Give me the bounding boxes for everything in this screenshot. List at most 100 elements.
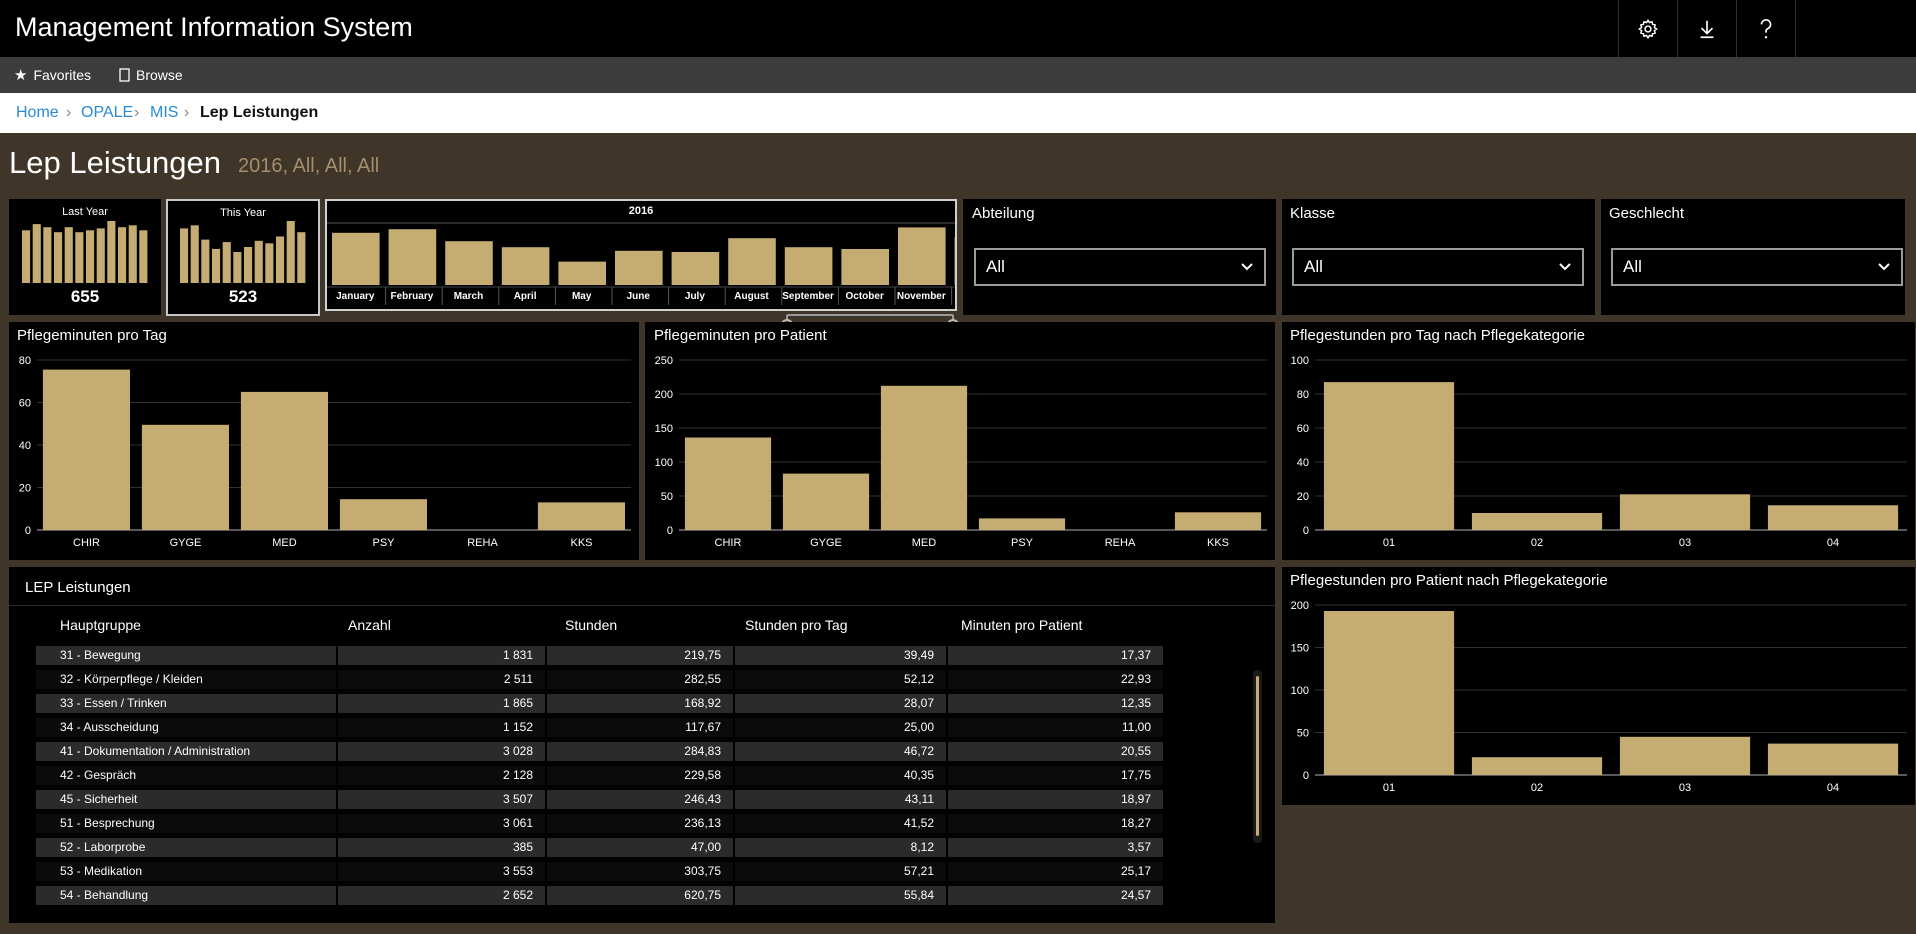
download-button[interactable]: [1677, 0, 1736, 57]
bar[interactable]: [1471, 757, 1603, 775]
scrollbar-thumb[interactable]: [1256, 676, 1259, 836]
table-row[interactable]: 52 - Laborprobe 385 47,00 8,12 3,57: [9, 838, 1275, 857]
bar[interactable]: [1471, 513, 1603, 530]
help-button[interactable]: [1736, 0, 1796, 57]
column-header[interactable]: Stunden pro Tag: [745, 617, 848, 633]
bar[interactable]: [42, 369, 130, 530]
geschlecht-dropdown[interactable]: All: [1611, 248, 1903, 286]
spark-bar: [265, 243, 274, 283]
spark-bar: [22, 230, 31, 283]
bar[interactable]: [880, 385, 968, 530]
column-header[interactable]: Anzahl: [348, 617, 391, 633]
timeline-month-bar[interactable]: [332, 232, 380, 285]
kpi-this-year-sparkbars: [180, 221, 306, 283]
table-cell: 55,84: [735, 886, 946, 905]
timeline-month-bar[interactable]: [445, 241, 493, 285]
spark-bar: [75, 232, 84, 283]
table-cell: 117,67: [547, 718, 733, 737]
timeline-month-bar[interactable]: [784, 247, 833, 285]
table-cell: 51 - Besprechung: [36, 814, 336, 833]
chart-pflegestunden-tag: Pflegestunden pro Tag nach Pflegekategor…: [1282, 322, 1915, 560]
star-icon: ★: [14, 67, 28, 84]
x-tick-label: MED: [272, 537, 297, 549]
table-cell: 33 - Essen / Trinken: [36, 694, 336, 713]
timeline-month-label: November: [897, 291, 946, 302]
timeline-month-bar[interactable]: [841, 249, 889, 285]
bar[interactable]: [240, 391, 328, 530]
table-scrollbar[interactable]: [1253, 670, 1262, 843]
timeline-month-bar[interactable]: [954, 237, 957, 285]
timeline-month-label: February: [391, 291, 434, 302]
browse-link[interactable]: Browse: [119, 57, 183, 93]
timeline-month-label: July: [685, 291, 705, 302]
chevron-down-icon: [1559, 263, 1571, 271]
timeline-month-bar[interactable]: [615, 250, 663, 285]
timeline-month-bar[interactable]: [388, 229, 437, 285]
bar[interactable]: [1619, 736, 1751, 776]
month-timeline[interactable]: 2016 January February March April May June Jul…: [325, 199, 957, 311]
timeline-month-bar[interactable]: [558, 261, 606, 285]
table-cell: 31 - Bewegung: [36, 646, 336, 665]
table-row[interactable]: 54 - Behandlung 2 652 620,75 55,84 24,57: [9, 886, 1275, 905]
table-row[interactable]: 32 - Körperpflege / Kleiden 2 511 282,55 52…: [9, 670, 1275, 689]
settings-button[interactable]: [1618, 0, 1677, 57]
table-row[interactable]: 31 - Bewegung 1 831 219,75 39,49 17,37: [9, 646, 1275, 665]
table-row[interactable]: 34 - Ausscheidung 1 152 117,67 25,00 11,00: [9, 718, 1275, 737]
table-cell: 24,57: [948, 886, 1163, 905]
timeline-month-label: March: [454, 291, 483, 302]
kpi-this-year[interactable]: This Year 523: [166, 199, 320, 316]
timeline-month-bar[interactable]: [501, 247, 550, 285]
klasse-dropdown[interactable]: All: [1292, 248, 1584, 286]
bar[interactable]: [1767, 743, 1899, 775]
table-row[interactable]: 45 - Sicherheit 3 507 246,43 43,11 18,97: [9, 790, 1275, 809]
y-tick-label: 100: [1291, 685, 1309, 697]
column-header[interactable]: Minuten pro Patient: [961, 617, 1082, 633]
column-header[interactable]: Hauptgruppe: [60, 617, 141, 633]
breadcrumb-current: Lep Leistungen: [200, 104, 319, 121]
x-tick-label: CHIR: [715, 537, 742, 549]
table-cell: 45 - Sicherheit: [36, 790, 336, 809]
timeline-month-bar[interactable]: [898, 227, 946, 285]
bar[interactable]: [141, 424, 229, 530]
spark-bar: [201, 239, 210, 283]
bar[interactable]: [1323, 382, 1455, 530]
bar[interactable]: [339, 499, 427, 530]
breadcrumb-opale[interactable]: OPALE: [81, 93, 133, 133]
y-tick-label: 50: [1297, 728, 1309, 740]
slicer-abteilung-label: Abteilung: [972, 205, 1035, 222]
table-row[interactable]: 53 - Medikation 3 553 303,75 57,21 25,17: [9, 862, 1275, 881]
table-cell: 284,83: [547, 742, 733, 761]
chevron-right-icon: ›: [134, 104, 140, 121]
column-header[interactable]: Stunden: [565, 617, 617, 633]
table-cell: 385: [338, 838, 545, 857]
bar[interactable]: [782, 473, 870, 530]
kpi-last-year-label: Last Year: [62, 206, 108, 218]
abteilung-dropdown[interactable]: All: [974, 248, 1266, 286]
favorites-link[interactable]: ★ Favorites: [14, 57, 91, 93]
bar[interactable]: [978, 518, 1066, 530]
bar[interactable]: [684, 437, 772, 531]
x-tick-label: 02: [1531, 782, 1543, 794]
table-row[interactable]: 51 - Besprechung 3 061 236,13 41,52 18,27: [9, 814, 1275, 833]
nav-bar: ★ Favorites Browse: [0, 57, 1916, 93]
kpi-last-year[interactable]: Last Year 655: [9, 199, 161, 315]
spark-bar: [96, 228, 105, 283]
breadcrumb-mis[interactable]: MIS: [150, 93, 178, 133]
breadcrumb-home[interactable]: Home: [16, 93, 59, 133]
bar[interactable]: [537, 502, 625, 530]
bar[interactable]: [1174, 512, 1262, 530]
table-cell: 2 128: [338, 766, 545, 785]
bar[interactable]: [1323, 611, 1455, 775]
y-tick-label: 60: [19, 398, 31, 410]
page-title: Lep Leistungen: [9, 145, 222, 180]
table-row[interactable]: 41 - Dokumentation / Administration 3 028…: [9, 742, 1275, 761]
bar[interactable]: [1619, 494, 1751, 530]
timeline-month-bar[interactable]: [728, 238, 776, 285]
table-row[interactable]: 42 - Gespräch 2 128 229,58 40,35 17,75: [9, 766, 1275, 785]
timeline-month-bar[interactable]: [671, 252, 720, 285]
table-cell: 3 507: [338, 790, 545, 809]
table-row[interactable]: 33 - Essen / Trinken 1 865 168,92 28,07 12,3…: [9, 694, 1275, 713]
bar[interactable]: [1767, 505, 1899, 530]
geschlecht-dropdown-value: All: [1623, 257, 1642, 276]
spark-bar: [54, 232, 63, 283]
